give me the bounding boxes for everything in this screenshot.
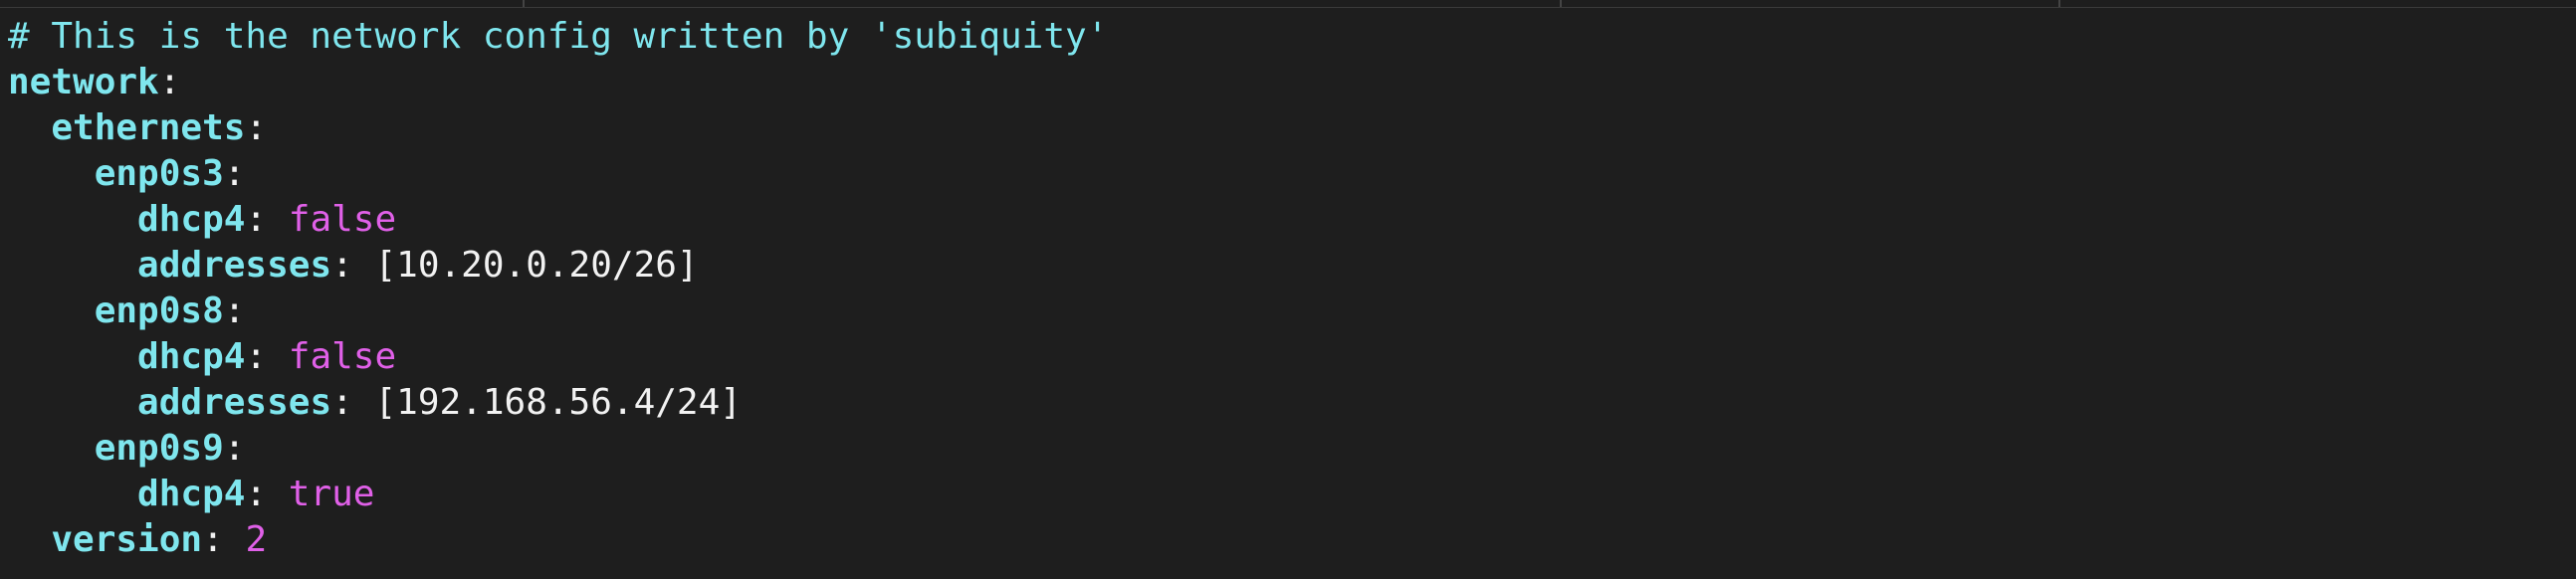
colon: : <box>223 153 246 194</box>
code-line: dhcp4: true <box>8 472 1108 517</box>
yaml-key: addresses <box>137 245 332 286</box>
yaml-key: enp0s3 <box>94 153 224 194</box>
code-line: network: <box>8 60 1108 105</box>
code-line: enp0s8: <box>8 289 1108 334</box>
yaml-bool-value: false <box>288 336 397 377</box>
code-line: ethernets: <box>8 105 1108 151</box>
yaml-key: dhcp4 <box>137 474 246 514</box>
yaml-bool-value: false <box>288 199 397 240</box>
yaml-key: network <box>8 62 159 102</box>
tab-divider <box>523 0 525 7</box>
code-line: dhcp4: false <box>8 197 1108 243</box>
tab-divider <box>1560 0 1562 7</box>
colon: : <box>223 428 246 469</box>
yaml-number-value: 2 <box>245 519 268 560</box>
yaml-key: enp0s9 <box>94 428 224 469</box>
colon: : <box>158 62 181 102</box>
code-line: dhcp4: false <box>8 334 1108 380</box>
yaml-key: version <box>51 519 203 560</box>
yaml-key: enp0s8 <box>94 290 224 331</box>
colon: : <box>202 519 246 560</box>
tab-strip <box>0 0 2576 8</box>
code-line: enp0s3: <box>8 151 1108 197</box>
yaml-list-value: [10.20.0.20/26] <box>374 245 699 286</box>
yaml-bool-value: true <box>288 474 375 514</box>
colon: : <box>331 382 375 423</box>
code-line: version: 2 <box>8 517 1108 563</box>
yaml-key: dhcp4 <box>137 336 246 377</box>
colon: : <box>245 336 289 377</box>
code-line-comment: # This is the network config written by … <box>8 14 1108 60</box>
tab-divider <box>2058 0 2060 7</box>
comment: # This is the network config written by … <box>8 16 1109 57</box>
terminal-window[interactable]: # This is the network config written by … <box>0 0 2576 579</box>
code-line: enp0s9: <box>8 426 1108 472</box>
yaml-key: addresses <box>137 382 332 423</box>
code-line: addresses: [10.20.0.20/26] <box>8 243 1108 289</box>
yaml-editor[interactable]: # This is the network config written by … <box>8 14 1108 563</box>
colon: : <box>245 199 289 240</box>
colon: : <box>245 107 268 148</box>
colon: : <box>245 474 289 514</box>
colon: : <box>223 290 246 331</box>
colon: : <box>331 245 375 286</box>
yaml-key: ethernets <box>51 107 246 148</box>
yaml-list-value: [192.168.56.4/24] <box>374 382 742 423</box>
yaml-key: dhcp4 <box>137 199 246 240</box>
code-line: addresses: [192.168.56.4/24] <box>8 380 1108 426</box>
